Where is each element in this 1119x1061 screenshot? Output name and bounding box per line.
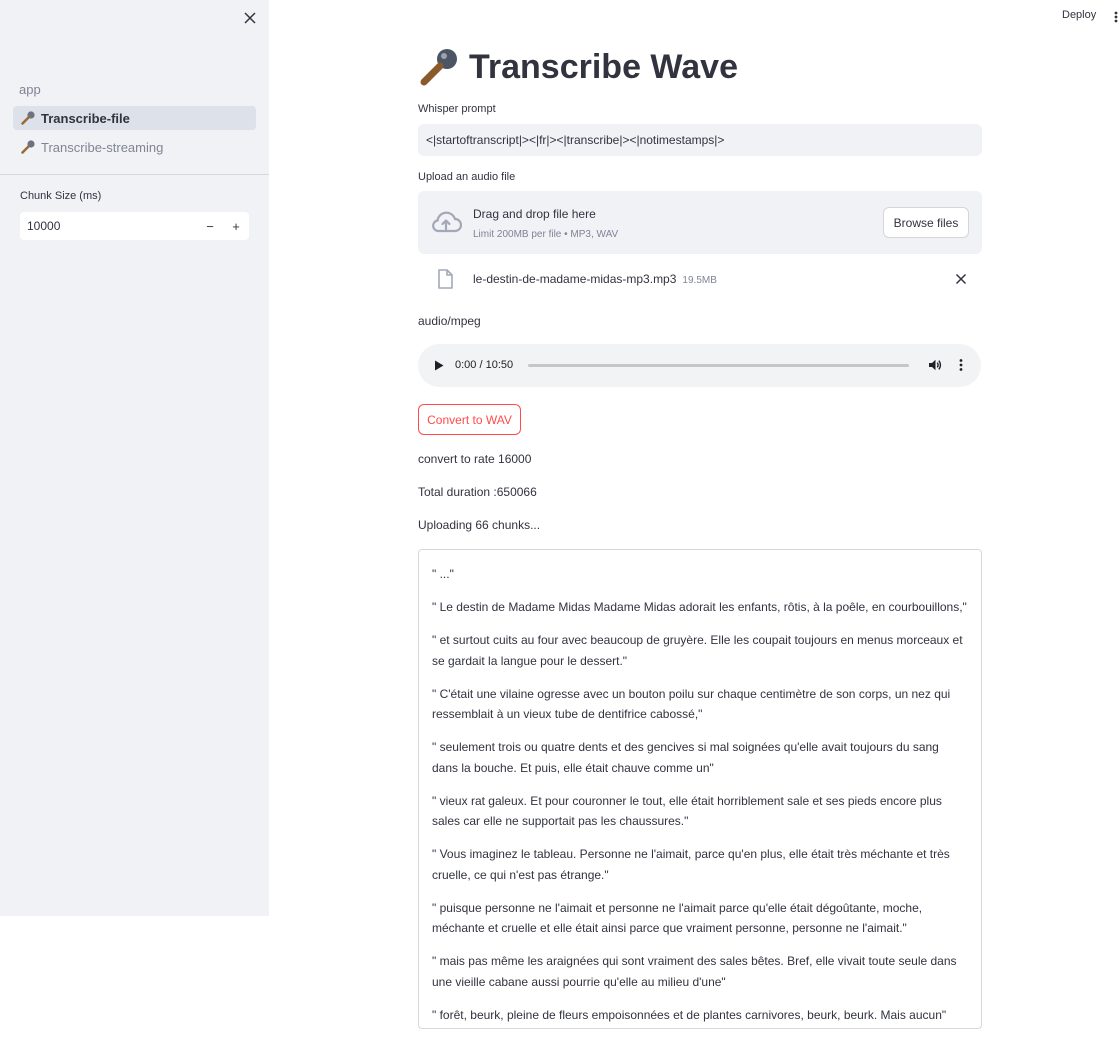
file-name-text: le-destin-de-madame-midas-mp3.mp3 [473,272,677,286]
dropzone-limit: Limit 200MB per file • MP3, WAV [473,229,619,240]
kebab-menu-icon[interactable] [1113,10,1119,23]
remove-file-icon[interactable] [954,272,968,286]
sidebar-section-label: app [19,82,41,97]
prompt-label: Whisper prompt [418,103,496,115]
page-title: Transcribe Wave [418,44,738,90]
status-line: convert to rate 16000 [418,452,532,466]
microphone-icon [418,46,460,88]
sidebar-item-transcribe-streaming[interactable]: Transcribe-streaming [13,135,256,159]
deploy-button[interactable]: Deploy [1062,9,1096,21]
mime-type-text: audio/mpeg [418,314,481,328]
sidebar: app Transcribe-file Transcribe-streaming… [0,0,269,916]
file-size: 19.5MB [682,275,717,286]
transcript-line: " et surtout cuits au four avec beaucoup… [432,633,963,668]
sidebar-divider [0,174,269,175]
file-icon [438,269,453,289]
chunk-size-value[interactable]: 10000 [20,219,197,233]
transcript-line: " mais pas même les araignées qui sont v… [432,954,957,989]
chunk-size-input[interactable]: 10000 − + [20,212,249,240]
more-options-icon[interactable] [958,358,964,372]
file-name: le-destin-de-madame-midas-mp3.mp3 19.5MB [473,272,717,286]
microphone-icon [20,139,36,155]
decrement-button[interactable]: − [197,212,223,240]
file-dropzone[interactable]: Drag and drop file here Limit 200MB per … [418,191,982,254]
transcript-line: " forêt, beurk, pleine de fleurs empoiso… [432,1007,947,1022]
convert-to-wav-button[interactable]: Convert to WAV [418,404,521,435]
app-root: app Transcribe-file Transcribe-streaming… [0,0,1119,1061]
transcript-line: " Le destin de Madame Midas Madame Midas… [432,600,967,614]
transcript-line: " ..." [432,567,454,581]
audio-player: 0:00 / 10:50 [418,344,981,387]
page-title-text: Transcribe Wave [469,47,738,86]
sidebar-item-label: Transcribe-streaming [41,139,164,155]
transcript-line: " vieux rat galeux. Et pour couronner le… [432,793,942,829]
transcript-line: " puisque personne ne l'aimait et person… [432,900,923,936]
transcript-container[interactable]: " ..." " Le destin de Madame Midas Madam… [418,549,982,1029]
increment-button[interactable]: + [223,212,249,240]
chunk-size-label: Chunk Size (ms) [20,190,102,202]
transcript-line: " seulement trois ou quatre dents et des… [432,740,939,775]
play-icon[interactable] [434,360,444,371]
microphone-icon [20,110,36,126]
sidebar-item-label: Transcribe-file [41,110,130,126]
status-line: Uploading 66 chunks... [418,518,541,532]
whisper-prompt-input[interactable]: <|startoftranscript|><|fr|><|transcribe|… [418,124,982,156]
transcript-line: " Vous imaginez le tableau. Personne ne … [432,847,950,882]
transcript-line: " C'était une vilaine ogresse avec un bo… [432,686,951,722]
audio-time: 0:00 / 10:50 [455,359,514,371]
cloud-upload-icon [432,211,462,233]
volume-icon[interactable] [928,358,942,372]
audio-progress-track[interactable] [528,364,909,367]
status-line: Total duration :650066 [418,485,537,499]
uploaded-file: le-destin-de-madame-midas-mp3.mp3 19.5MB [418,263,982,295]
upload-label: Upload an audio file [418,171,516,183]
close-icon [244,12,256,24]
sidebar-close-button[interactable] [241,9,259,27]
dropzone-title: Drag and drop file here [473,207,596,221]
browse-files-button[interactable]: Browse files [883,207,969,238]
sidebar-item-transcribe-file[interactable]: Transcribe-file [13,106,256,130]
